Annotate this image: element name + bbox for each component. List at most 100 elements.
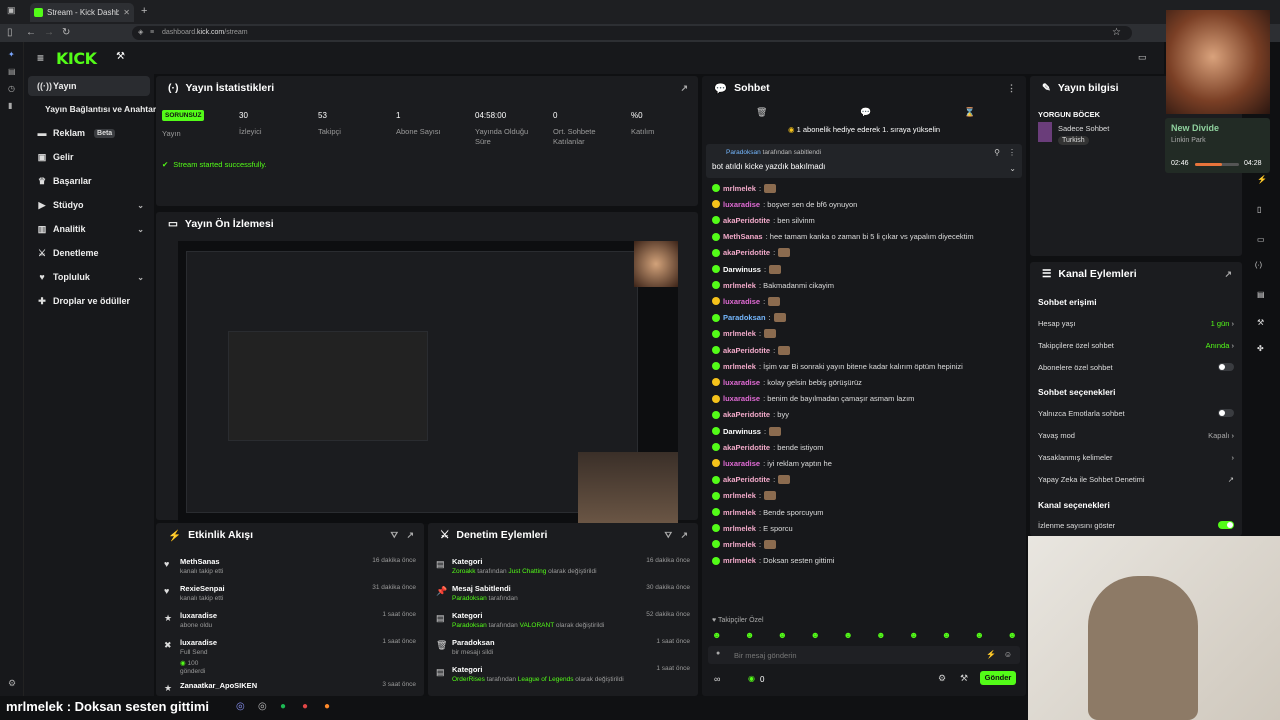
chat-input[interactable]: ● Bir mesaj gönderin ⚡ ☺ [708, 646, 1020, 664]
menu-hamburger-icon[interactable]: ≡ [37, 51, 44, 65]
stream-preview-video[interactable] [178, 241, 678, 524]
layout-icon[interactable]: ▭ [1138, 52, 1147, 63]
row-subs-only[interactable]: Abonelere özel sohbet [1038, 361, 1234, 373]
broadcast-icon[interactable]: (·) [1255, 262, 1262, 269]
row-banned-words[interactable]: Yasaklanmış kelimeler › [1038, 451, 1234, 463]
emote-icon[interactable]: ☻ [810, 630, 819, 642]
mod-tools-icon[interactable]: ⚒ [960, 673, 968, 684]
chat-username[interactable]: MethSanas [723, 232, 763, 241]
emoji-icon[interactable]: ☺ [1004, 650, 1012, 659]
emote-icon[interactable]: ☻ [745, 630, 754, 642]
sidebar-toggle-icon[interactable]: ▣ [7, 5, 16, 16]
chat-message[interactable]: mrlmelek: Bende sporcuyum [712, 506, 1012, 518]
chat-message[interactable]: luxaradise: boşver sen de bf6 oynuyon [712, 198, 1012, 210]
chat-username[interactable]: Paradoksan [723, 313, 766, 322]
chat-message[interactable]: luxaradise: kolay gelsin bebiş görüşürüz [712, 376, 1012, 388]
popout-icon[interactable]: ↗ [406, 530, 414, 541]
speech-icon[interactable]: 💬 [860, 107, 871, 118]
browser-tab[interactable]: Stream - Kick Dashboard ✕ [30, 3, 134, 22]
chat-username[interactable]: Darwinuss [723, 427, 761, 436]
chat-message[interactable]: akaPeridotite: byy [712, 409, 1012, 421]
chat-username[interactable]: mrlmelek [723, 540, 756, 549]
chat-username[interactable]: luxaradise [723, 378, 760, 387]
row-ai-moderation[interactable]: Yapay Zeka ile Sohbet Denetimi ↗ [1038, 473, 1234, 485]
chat-username[interactable]: mrlmelek [723, 184, 756, 193]
popout-icon[interactable]: ↗ [680, 83, 688, 94]
chat-username[interactable]: mrlmelek [723, 329, 756, 338]
chat-username[interactable]: akaPeridotite [723, 475, 770, 484]
chat-username[interactable]: akaPeridotite [723, 443, 770, 452]
row-slow-mode[interactable]: Yavaş mod Kapalı › [1038, 429, 1234, 441]
chat-message[interactable]: akaPeridotite: [712, 474, 1012, 486]
chat-message[interactable]: Paradoksan: [712, 312, 1012, 324]
emote-icon[interactable]: ☻ [1007, 630, 1016, 642]
chat-username[interactable]: mrlmelek [723, 491, 756, 500]
emote-icon[interactable]: ☻ [778, 630, 787, 642]
sidebar-item-basarilar[interactable]: ♛ Başarılar [28, 171, 150, 191]
chat-message[interactable]: Darwinuss: [712, 263, 1012, 275]
chat-message[interactable]: mrlmelek: [712, 490, 1012, 502]
chat-message[interactable]: mrlmelek: [712, 182, 1012, 194]
trash-icon[interactable]: 🗑 [756, 107, 767, 118]
emote-icon[interactable]: ☻ [909, 630, 918, 642]
popout-icon[interactable]: ↗ [680, 530, 688, 541]
forward-icon[interactable]: → [44, 27, 54, 38]
more-icon[interactable]: ⋮ [1008, 148, 1016, 157]
new-tab-icon[interactable]: + [141, 5, 147, 17]
more-icon[interactable]: ⋮ [1007, 83, 1016, 94]
chat-message[interactable]: mrlmelek: [712, 538, 1012, 550]
chat-username[interactable]: luxaradise [723, 459, 760, 468]
chat-username[interactable]: mrlmelek [723, 508, 756, 517]
wrench-icon[interactable]: ⚒ [1257, 318, 1264, 327]
chat-username[interactable]: akaPeridotite [723, 410, 770, 419]
doc-icon[interactable]: ▯ [1257, 205, 1261, 214]
sidebar-item-topluluk[interactable]: ♥ Topluluk ⌄ [28, 267, 150, 287]
chat-message[interactable]: Darwinuss: [712, 425, 1012, 437]
bolt-icon[interactable]: ⚡ [1257, 175, 1267, 184]
emote-icon[interactable]: ☻ [876, 630, 885, 642]
row-followers-only[interactable]: Takipçilere özel sohbet Anında › [1038, 339, 1234, 351]
url-field[interactable]: ◈ ≡ dashboard.kick.com/stream [132, 26, 1132, 40]
emote-icon[interactable]: ☻ [712, 630, 721, 642]
chat-username[interactable]: Darwinuss [723, 265, 761, 274]
row-viewer-count[interactable]: İzlenme sayısını göster [1038, 519, 1234, 531]
chat-username[interactable]: mrlmelek [723, 281, 756, 290]
sidebar-item-analitik[interactable]: ▥ Analitik ⌄ [28, 219, 150, 239]
chat-message[interactable]: mrlmelek: Bakmadanmi cikayim [712, 279, 1012, 291]
pin-icon[interactable]: ⚒ [116, 51, 125, 62]
chat-username[interactable]: mrlmelek [723, 524, 756, 533]
chat-username[interactable]: akaPeridotite [723, 216, 770, 225]
sidebar-item-yayin[interactable]: ((·)) Yayın [28, 76, 150, 96]
pin-icon[interactable]: ⚲ [994, 148, 1000, 157]
emote-icon[interactable]: ☻ [843, 630, 852, 642]
sidebar-item-droplar[interactable]: ✚ Droplar ve ödüller [28, 291, 150, 311]
emote-icon[interactable]: ☻ [975, 630, 984, 642]
grid-icon[interactable]: ▤ [1257, 290, 1265, 299]
inbox-icon[interactable]: ▤ [8, 67, 16, 76]
settings-gear-icon[interactable]: ⚙ [8, 678, 16, 689]
chat-message[interactable]: mrlmelek: E sporcu [712, 522, 1012, 534]
chat-username[interactable]: luxaradise [723, 297, 760, 306]
chat-username[interactable]: akaPeridotite [723, 346, 770, 355]
slash-command-icon[interactable]: ⚡ [986, 650, 996, 659]
puzzle-icon[interactable]: ✤ [1257, 344, 1264, 353]
kick-logo[interactable]: KICK [56, 49, 97, 68]
sidebar-item-reklam[interactable]: ▬ Reklam Beta [28, 123, 150, 143]
chat-username[interactable]: mrlmelek [723, 362, 756, 371]
chat-username[interactable]: luxaradise [723, 394, 760, 403]
chat-username[interactable]: mrlmelek [723, 556, 756, 565]
chat-message[interactable]: MethSanas: hee tamam kanka o zaman bi 5 … [712, 231, 1012, 243]
chat-message[interactable]: mrlmelek: Doksan sesten gittimi [712, 555, 1012, 567]
row-emote-only[interactable]: Yalnızca Emotlarla sohbet [1038, 407, 1234, 419]
emote-icon[interactable]: ☻ [942, 630, 951, 642]
chat-username[interactable]: akaPeridotite [723, 248, 770, 257]
chat-message[interactable]: akaPeridotite: bende istiyom [712, 441, 1012, 453]
popout-icon[interactable]: ↗ [1224, 269, 1232, 280]
back-icon[interactable]: ← [26, 27, 36, 38]
chat-icon[interactable]: ▭ [1257, 235, 1265, 244]
chat-message[interactable]: luxaradise: iyi reklam yaptın he [712, 457, 1012, 469]
chat-username[interactable]: luxaradise [723, 200, 760, 209]
channel-points-icon[interactable]: ∞ [714, 674, 720, 684]
send-button[interactable]: Gönder [980, 671, 1016, 685]
chat-message[interactable]: akaPeridotite: [712, 344, 1012, 356]
